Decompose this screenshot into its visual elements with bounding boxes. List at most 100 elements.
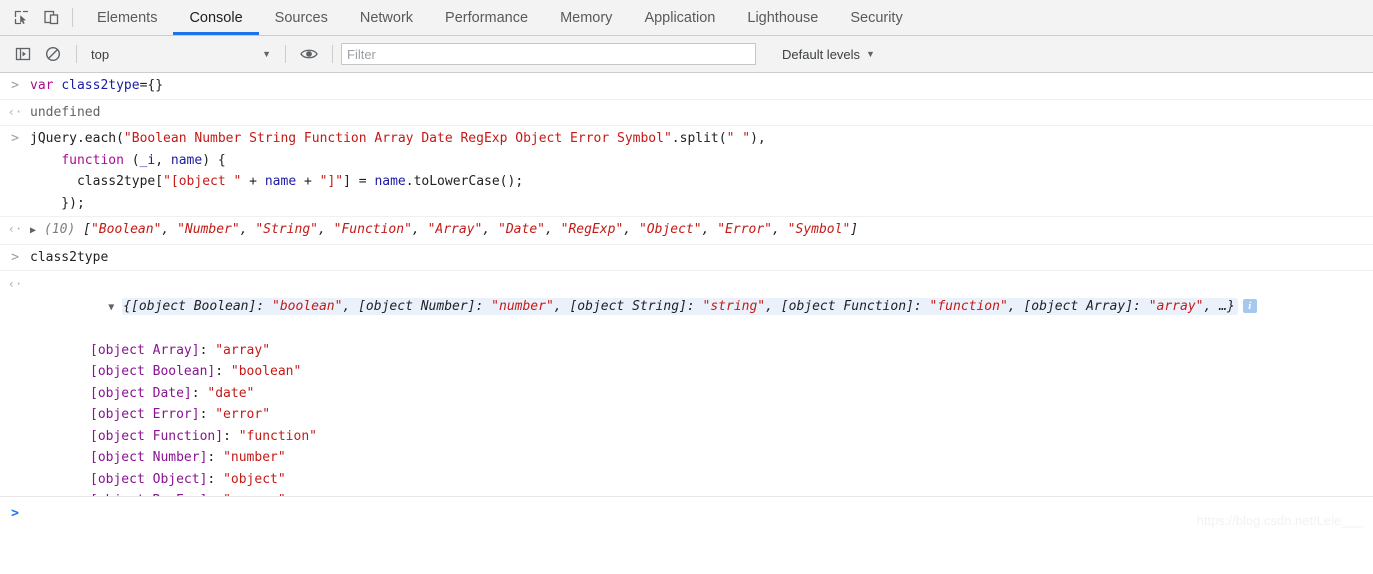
live-expression-eye-icon[interactable] bbox=[294, 41, 324, 67]
panel-tabs: Elements Console Sources Network Perform… bbox=[81, 0, 919, 35]
tab-security-label: Security bbox=[850, 9, 903, 26]
tab-lighthouse[interactable]: Lighthouse bbox=[731, 0, 834, 35]
tab-memory[interactable]: Memory bbox=[544, 0, 628, 35]
code-token: , bbox=[701, 222, 718, 237]
code-token: "Symbol" bbox=[787, 222, 851, 237]
console-sidebar-icon[interactable] bbox=[8, 41, 38, 67]
code-token: class2type bbox=[61, 78, 140, 93]
tab-application-label: Application bbox=[644, 9, 716, 26]
code-token: [object Boolean] bbox=[131, 298, 257, 314]
code-token: "String" bbox=[255, 222, 318, 237]
input-marker: > bbox=[11, 78, 19, 93]
object-preview-row[interactable]: ▼ {[object Boolean]: "boolean", [object N… bbox=[30, 274, 1365, 340]
code-token: "boolean" bbox=[272, 298, 343, 314]
code-token: : bbox=[913, 298, 930, 314]
code-token: jQuery.each( bbox=[30, 131, 124, 146]
object-property-row[interactable]: [object Function]: "function" bbox=[30, 426, 1365, 448]
console-message-list: > var class2type={} ‹· undefined > jQuery.eac… bbox=[0, 73, 1373, 271]
object-property-value: "boolean" bbox=[230, 364, 302, 379]
expand-arrow-closed-icon[interactable]: ▶ bbox=[30, 220, 44, 242]
tab-lighthouse-label: Lighthouse bbox=[747, 9, 819, 26]
code-token: _i bbox=[139, 152, 156, 168]
code-token: "]" bbox=[319, 174, 344, 189]
object-property-key: [object Function] bbox=[90, 428, 224, 444]
code-token: ] = bbox=[343, 174, 375, 189]
object-property-key: [object Error] bbox=[90, 407, 200, 422]
code-token: "Number" bbox=[177, 222, 240, 237]
code-token: name bbox=[170, 152, 203, 168]
console-prompt[interactable]: > bbox=[0, 496, 1373, 536]
code-token: "array" bbox=[1148, 298, 1204, 314]
tab-memory-label: Memory bbox=[560, 9, 613, 26]
input-marker: > bbox=[11, 249, 19, 265]
code-token: , bbox=[317, 222, 334, 237]
code-token: [ bbox=[155, 174, 164, 189]
inspect-cursor-icon[interactable] bbox=[6, 0, 36, 35]
tab-security[interactable]: Security bbox=[834, 0, 918, 35]
tab-network[interactable]: Network bbox=[344, 0, 429, 35]
console-message: > class2type bbox=[0, 245, 1373, 271]
code-token: { bbox=[123, 298, 132, 314]
code-token: , bbox=[342, 298, 359, 314]
object-property-row[interactable]: [object Boolean]: "boolean" bbox=[30, 361, 1365, 383]
clear-console-icon[interactable] bbox=[38, 41, 68, 67]
code-token: [object Function] bbox=[780, 298, 914, 314]
code-token: [ bbox=[83, 222, 91, 237]
devtools-tabbar: Elements Console Sources Network Perform… bbox=[0, 0, 1373, 36]
device-toolbar-icon[interactable] bbox=[36, 0, 66, 35]
object-property-key: [object Object] bbox=[90, 471, 208, 487]
console-message: > var class2type={} bbox=[0, 73, 1373, 100]
object-property-key: [object Array] bbox=[90, 342, 200, 358]
log-levels-select[interactable]: Default levels ▼ bbox=[782, 47, 875, 62]
filter-input[interactable] bbox=[341, 43, 756, 65]
object-property-row[interactable]: [object Date]: "date" bbox=[30, 383, 1365, 405]
code-token: , bbox=[1007, 298, 1024, 314]
toolbar-divider-2 bbox=[285, 45, 286, 63]
console-message-text: ▶ (10) ["Boolean", "Number", "String", "F… bbox=[30, 219, 1373, 242]
console-message: > jQuery.each("Boolean Number String Func… bbox=[0, 126, 1373, 217]
output-marker-object: ‹· bbox=[7, 277, 23, 291]
tab-sources-label: Sources bbox=[274, 9, 328, 26]
code-token: + bbox=[241, 174, 265, 189]
code-token: undefined bbox=[30, 104, 101, 120]
code-token: "[object " bbox=[163, 174, 242, 189]
code-token: "Function" bbox=[333, 222, 412, 237]
object-property-separator: : bbox=[199, 342, 216, 358]
object-property-row[interactable]: [object Number]: "number" bbox=[30, 447, 1365, 469]
console-message-text: jQuery.each("Boolean Number String Funct… bbox=[30, 128, 1373, 214]
tab-console[interactable]: Console bbox=[173, 0, 259, 35]
info-badge-icon[interactable]: i bbox=[1242, 298, 1257, 313]
object-property-row[interactable]: [object Error]: "error" bbox=[30, 404, 1365, 426]
code-token: [object String] bbox=[569, 298, 687, 314]
object-property-value: "error" bbox=[215, 407, 271, 422]
code-token: "Boolean" bbox=[90, 222, 162, 237]
tab-application[interactable]: Application bbox=[628, 0, 731, 35]
chevron-down-icon: ▼ bbox=[262, 48, 271, 59]
code-token: (10) bbox=[44, 222, 84, 237]
object-property-row[interactable]: [object Object]: "object" bbox=[30, 469, 1365, 491]
object-property-separator: : bbox=[215, 364, 231, 379]
input-marker: > bbox=[11, 131, 19, 146]
code-token: , bbox=[161, 222, 178, 237]
console-output[interactable]: > var class2type={} ‹· undefined > jQuery.eac… bbox=[0, 73, 1373, 536]
object-property-value: "number" bbox=[223, 450, 286, 465]
tab-performance[interactable]: Performance bbox=[429, 0, 544, 35]
console-message: ‹· ▶ (10) ["Boolean", "Number", "String", … bbox=[0, 217, 1373, 245]
code-token: "Array" bbox=[427, 222, 483, 237]
console-message: ‹· undefined bbox=[0, 100, 1373, 126]
object-property-separator: : bbox=[223, 428, 239, 444]
tab-sources[interactable]: Sources bbox=[259, 0, 344, 35]
code-token: : bbox=[475, 298, 492, 314]
tab-elements[interactable]: Elements bbox=[81, 0, 173, 35]
expand-arrow-open-icon[interactable]: ▼ bbox=[108, 297, 122, 319]
tab-network-label: Network bbox=[359, 9, 414, 26]
code-token: "Boolean Number String Function Array Da… bbox=[123, 131, 672, 146]
tab-console-label: Console bbox=[189, 9, 243, 26]
code-token: ( bbox=[131, 152, 140, 168]
code-token: , bbox=[553, 298, 570, 314]
prompt-chevron-icon: > bbox=[11, 506, 19, 521]
execution-context-select[interactable]: top ▼ bbox=[85, 42, 277, 66]
object-property-row[interactable]: [object Array]: "array" bbox=[30, 340, 1365, 362]
tabbar-divider bbox=[72, 8, 73, 27]
code-token: name bbox=[264, 174, 297, 189]
